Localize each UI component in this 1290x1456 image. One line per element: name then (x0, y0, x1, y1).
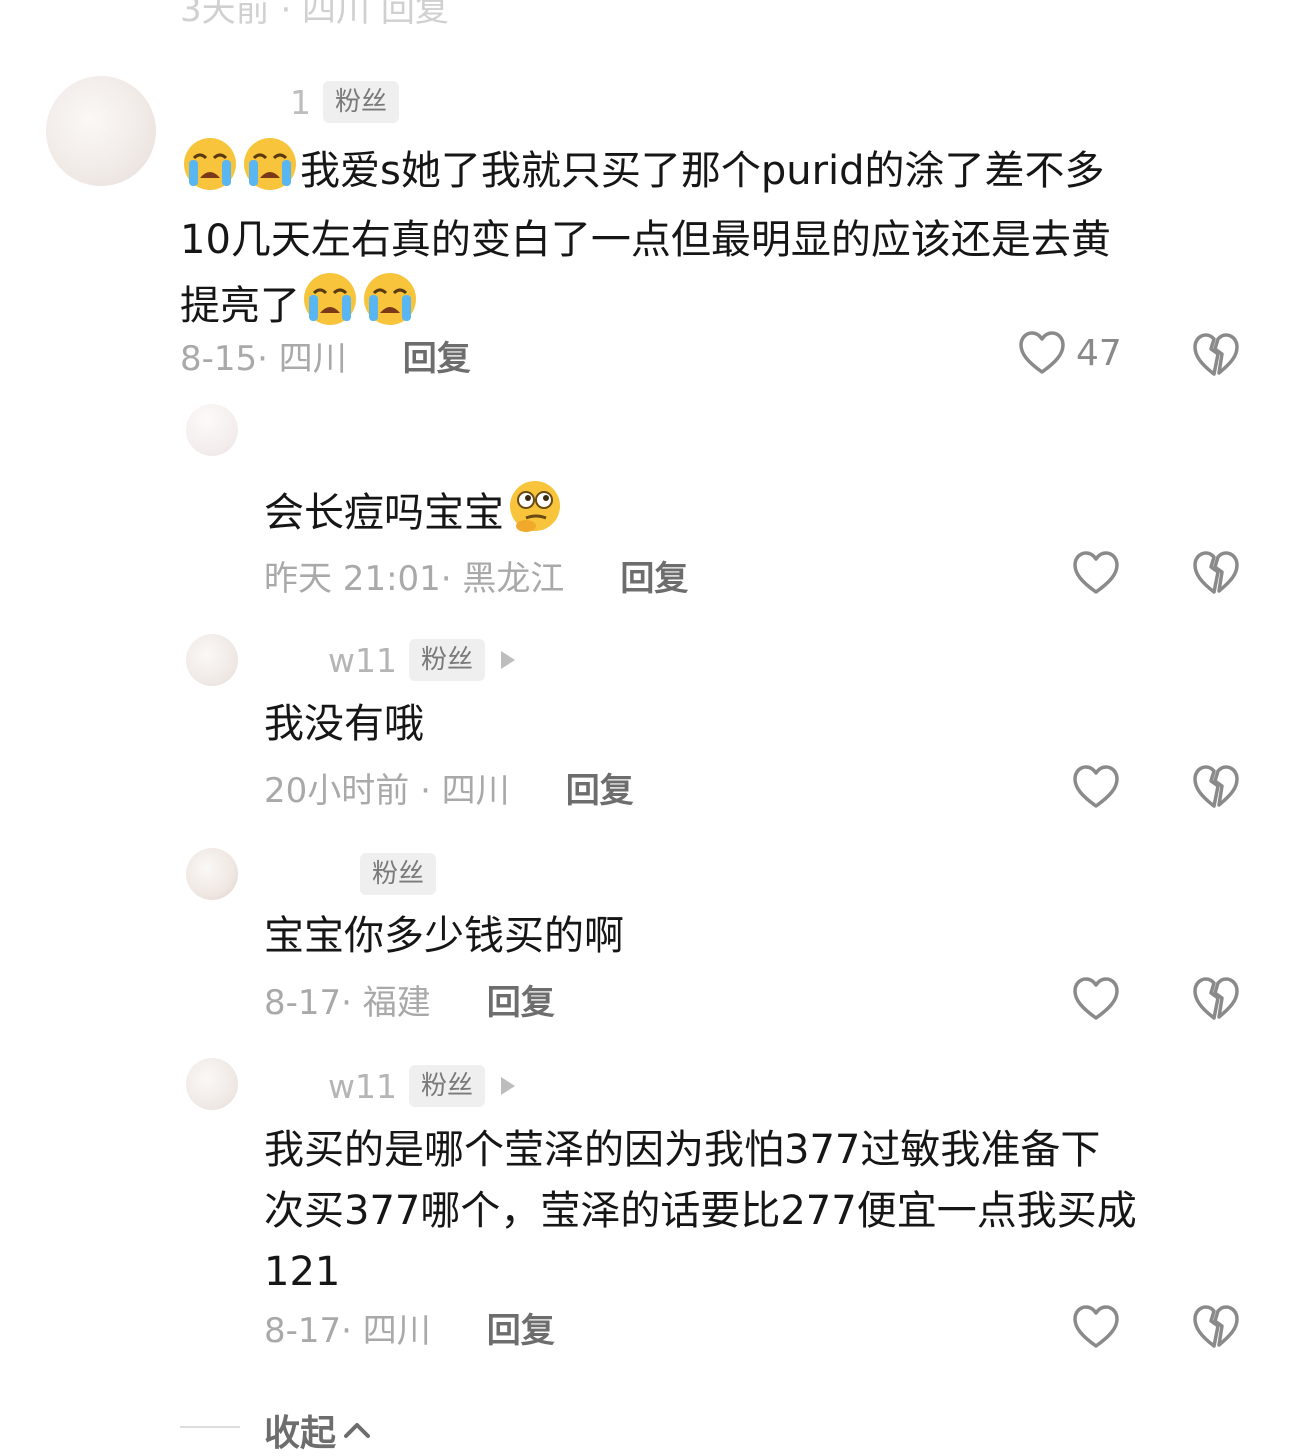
fan-badge: 粉丝 (323, 81, 400, 123)
username[interactable]: w11 (264, 1067, 397, 1106)
heart-outline-icon (1073, 1305, 1119, 1348)
date-location: 20小时前 · 四川 (264, 770, 510, 811)
reply-meta: 8-17· 四川 回复 (264, 1302, 555, 1352)
reply-text-line2: 次买377哪个，莹泽的话要比277便宜一点我买成 (264, 1188, 1137, 1234)
reply-button[interactable]: 回复 (566, 763, 634, 812)
reply-meta: 昨天 21:01· 黑龙江 回复 (264, 550, 688, 600)
reply-meta: 8-17· 福建 回复 (264, 974, 555, 1024)
username-suffix[interactable]: 1 (290, 83, 311, 122)
like-button[interactable]: 47 (1018, 330, 1122, 376)
dislike-button[interactable] (1192, 976, 1240, 1026)
dislike-button[interactable] (1192, 332, 1240, 382)
broken-heart-icon (1193, 1305, 1239, 1348)
like-button[interactable] (1072, 764, 1120, 814)
loudly-crying-face-icon (180, 136, 240, 210)
reply-target-username[interactable] (529, 1069, 541, 1104)
reply-text-line1: 我买的是哪个莹泽的因为我怕377过敏我准备下 (264, 1127, 1101, 1173)
avatar[interactable] (46, 76, 156, 186)
play-triangle-icon (501, 651, 515, 669)
dislike-button[interactable] (1192, 550, 1240, 600)
date-location: 昨天 21:01· 黑龙江 (264, 558, 565, 599)
reply-meta: 20小时前 · 四川 回复 (264, 762, 634, 812)
broken-heart-icon (1193, 551, 1239, 594)
reply-text-line3: 121 (264, 1249, 341, 1295)
broken-heart-icon (1193, 977, 1239, 1020)
username[interactable] (180, 85, 290, 120)
like-button[interactable] (1072, 1304, 1120, 1354)
avatar[interactable] (186, 404, 238, 456)
comment-text-line1: 我爱s她了我就只买了那个purid的涂了差不多 (300, 148, 1105, 194)
collapse-button[interactable]: 收起 (264, 1404, 372, 1456)
cropped-dislike-icon[interactable] (1194, 0, 1236, 6)
like-button[interactable] (1072, 550, 1120, 600)
broken-heart-icon (1193, 333, 1239, 376)
play-triangle-icon (501, 1077, 515, 1095)
reply-button[interactable]: 回复 (487, 975, 555, 1024)
date-location: 8-17· 福建 (264, 982, 431, 1023)
avatar[interactable] (186, 848, 238, 900)
avatar[interactable] (186, 634, 238, 686)
chevron-up-icon (344, 1423, 371, 1438)
dislike-button[interactable] (1192, 1304, 1240, 1354)
comment-text: 我爱s她了我就只买了那个purid的涂了差不多 10几天左右真的变白了一点但最明… (180, 136, 1250, 345)
fan-badge: 粉丝 (408, 639, 485, 681)
reply-button[interactable]: 回复 (487, 1303, 555, 1352)
like-count: 47 (1076, 332, 1122, 374)
fan-badge: 粉丝 (360, 853, 437, 895)
heart-outline-icon (1019, 331, 1065, 374)
collapse-label: 收起 (264, 1413, 337, 1454)
heart-outline-icon (1073, 765, 1119, 808)
reply-text: 我买的是哪个莹泽的因为我怕377过敏我准备下 次买377哪个，莹泽的话要比277… (264, 1120, 1254, 1303)
comment-text-line3: 提亮了 (180, 283, 300, 329)
broken-heart-icon (1193, 765, 1239, 808)
heart-outline-icon (1073, 551, 1119, 594)
reply-header: w11 粉丝 (264, 638, 541, 682)
comment-header: 1 粉丝 (180, 80, 400, 124)
reply-text-content: 会长痘吗宝宝 (264, 490, 504, 536)
comment-meta: 8-15· 四川 回复 (180, 330, 471, 380)
username[interactable]: w11 (264, 641, 397, 680)
avatar[interactable] (186, 1058, 238, 1110)
like-button[interactable] (1072, 976, 1120, 1026)
comment-text-line2: 10几天左右真的变白了一点但最明显的应该还是去黄 (180, 217, 1111, 263)
reply-text: 宝宝你多少钱买的啊 (264, 913, 624, 959)
heart-outline-icon (1073, 977, 1119, 1020)
reply-target-username[interactable] (529, 643, 541, 678)
loudly-crying-face-icon (240, 136, 300, 210)
date-location: 8-15· 四川 (180, 338, 347, 379)
cropped-previous-meta: 3天前 · 四川 回复 (180, 0, 449, 30)
reply-text: 我没有哦 (264, 701, 424, 747)
reply-header: 粉丝 (264, 852, 437, 896)
fan-badge: 粉丝 (408, 1065, 485, 1107)
cropped-like-icon[interactable] (1074, 0, 1116, 6)
date-location: 8-17· 四川 (264, 1310, 431, 1351)
reply-button[interactable]: 回复 (403, 331, 471, 380)
reply-button[interactable]: 回复 (620, 551, 688, 600)
dislike-button[interactable] (1192, 764, 1240, 814)
reply-text: 会长痘吗宝宝 (264, 478, 566, 552)
thinking-face-icon (504, 478, 566, 552)
reply-header: w11 粉丝 (264, 1064, 541, 1108)
collapse-divider (180, 1426, 240, 1428)
